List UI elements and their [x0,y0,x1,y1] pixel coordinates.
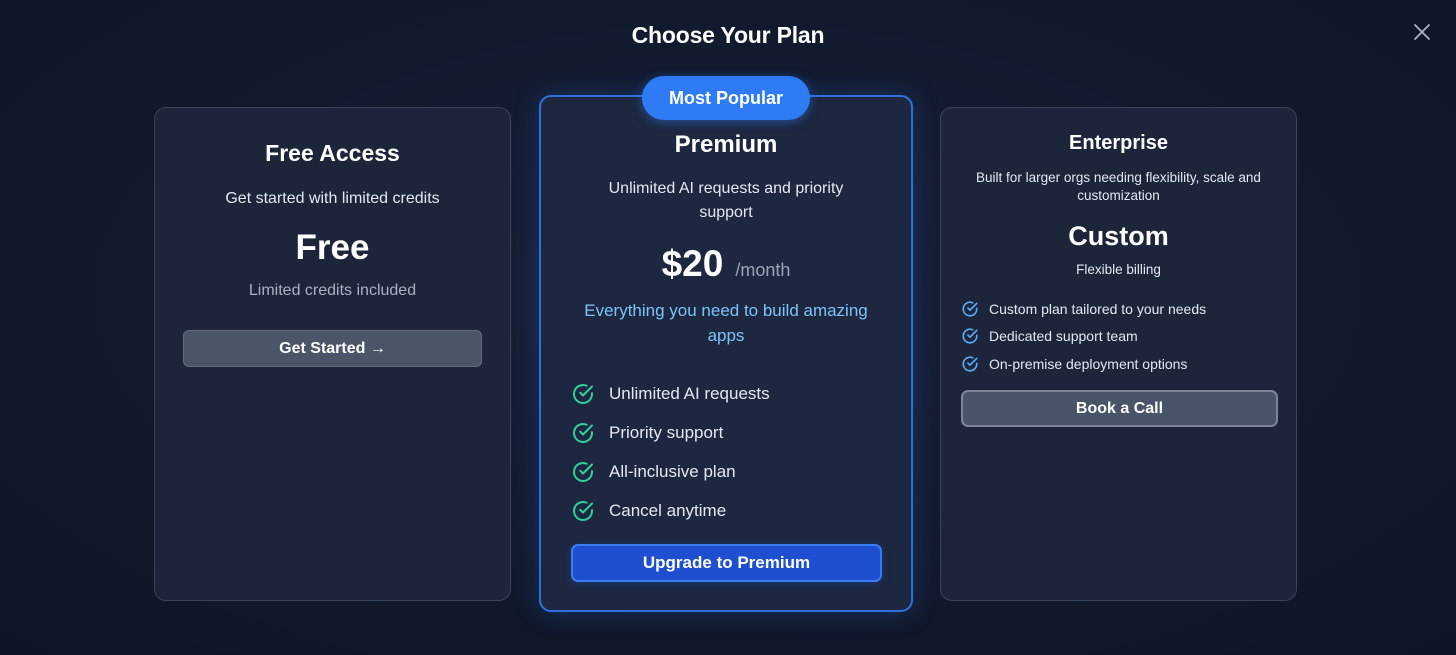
upgrade-to-premium-button[interactable]: Upgrade to Premium [571,544,882,582]
feature-label: Dedicated support team [989,328,1138,345]
check-circle-icon [571,421,595,445]
plan-name: Premium [674,131,778,158]
price-note: Flexible billing [1076,262,1161,277]
check-circle-icon [571,382,595,406]
list-item: On-premise deployment options [961,350,1206,378]
list-item: Custom plan tailored to your needs [961,295,1206,323]
modal-title: Choose Your Plan [631,22,825,48]
check-circle-icon [961,327,979,345]
check-circle-icon [961,300,979,318]
feature-list: Custom plan tailored to your needs Dedic… [961,295,1206,378]
close-button[interactable] [1410,20,1434,44]
list-item: All-inclusive plan [571,452,770,491]
plan-description: Built for larger orgs needing flexibilit… [976,170,1261,203]
get-started-button[interactable]: Get Started → [183,330,482,367]
list-item: Cancel anytime [571,491,770,530]
feature-list: Unlimited AI requests Priority support A… [571,374,770,530]
plan-tagline: Everything you need to build amazing app… [584,301,868,345]
billing-period: /month [735,260,791,280]
list-item: Priority support [571,413,770,452]
plan-description: Get started with limited credits [225,190,440,207]
feature-label: Priority support [609,422,724,442]
plan-price: $20 [661,243,724,284]
check-circle-icon [571,460,595,484]
close-icon [1413,23,1431,41]
plan-card-premium: Most Popular Premium Unlimited AI reques… [539,76,913,612]
book-a-call-button[interactable]: Book a Call [961,390,1278,427]
feature-label: Custom plan tailored to your needs [989,300,1207,317]
plan-name: Free Access [265,140,400,166]
plan-description: Unlimited AI requests and priority suppo… [608,180,844,221]
check-circle-icon [571,499,595,523]
feature-label: Unlimited AI requests [609,383,770,403]
price-note: Limited credits included [248,282,417,299]
plan-card-enterprise: Enterprise Built for larger orgs needing… [940,107,1297,601]
feature-label: On-premise deployment options [989,355,1188,372]
feature-label: All-inclusive plan [609,461,736,481]
list-item: Dedicated support team [961,323,1206,351]
check-circle-icon [961,355,979,373]
list-item: Unlimited AI requests [571,374,770,413]
price-row: $20 /month [541,243,911,285]
pricing-modal: Choose Your Plan Free Access Get started… [0,0,1456,655]
plan-price: Custom [1068,221,1169,251]
plan-card-free: Free Access Get started with limited cre… [154,107,511,601]
most-popular-badge: Most Popular [642,76,810,120]
feature-label: Cancel anytime [609,500,727,520]
plan-name: Enterprise [1069,132,1168,154]
plan-price: Free [295,228,370,267]
